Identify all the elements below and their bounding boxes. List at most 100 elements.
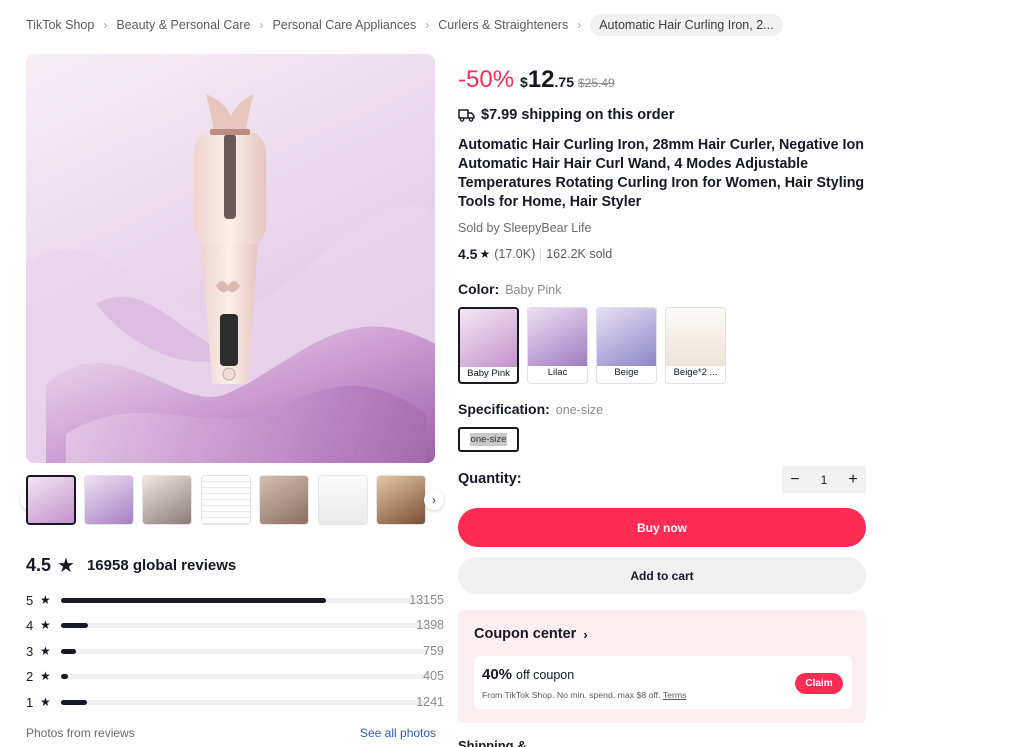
swatch-label: Lilac	[547, 367, 568, 378]
rating-row-4[interactable]: 4 ★ 1398	[26, 616, 444, 634]
thumbnail-strip: ‹ ›	[20, 474, 444, 526]
breadcrumb-appliances[interactable]: Personal Care Appliances	[272, 18, 416, 32]
thumbnail-1[interactable]	[26, 475, 76, 525]
photos-from-reviews-label: Photos from reviews	[26, 726, 135, 740]
main-product-image[interactable]	[26, 54, 435, 463]
breadcrumb-separator-icon: ›	[577, 18, 582, 32]
product-rating-row[interactable]: 4.5 ★ (17.0K) 162.2K sold	[458, 246, 612, 262]
thumbnail-2[interactable]	[84, 475, 134, 525]
thumbnail-5[interactable]	[259, 475, 309, 525]
shipping-row: $7.99 shipping on this order	[458, 107, 674, 123]
rating-bar	[61, 597, 427, 603]
swatch-label: Beige	[614, 367, 639, 378]
coupon-details: From TikTok Shop. No min. spend. max $8 …	[482, 690, 686, 700]
curling-iron-illustration	[26, 94, 435, 463]
rating-row-2[interactable]: 2 ★ 405	[26, 667, 444, 685]
color-selected-value: Baby Pink	[505, 283, 562, 297]
breadcrumb-separator-icon: ›	[259, 18, 264, 32]
star-icon: ★	[40, 618, 51, 632]
quantity-stepper: − 1 +	[782, 466, 866, 493]
coupon-card: 40% off coupon From TikTok Shop. No min.…	[474, 656, 852, 709]
rating-row-stars: 1	[26, 694, 34, 710]
rating-count: (17.0K)	[494, 247, 536, 261]
coupon-details-text: From TikTok Shop. No min. spend. max $8 …	[482, 690, 661, 700]
color-option-beige[interactable]: Beige	[596, 307, 657, 384]
breadcrumb-tiktok-shop[interactable]: TikTok Shop	[26, 18, 94, 32]
coupon-percent: 40%	[482, 666, 513, 683]
coupon-center-title: Coupon center	[474, 626, 577, 642]
product-title: Automatic Hair Curling Iron, 28mm Hair C…	[458, 137, 865, 210]
price-integer: 12	[527, 66, 555, 93]
rating-bar-fill	[61, 673, 69, 679]
swatch-image	[460, 309, 517, 367]
quantity-value[interactable]: 1	[821, 473, 828, 487]
star-icon: ★	[40, 644, 51, 658]
swatch-label: Beige*2 ...	[673, 367, 718, 378]
color-label: Color:	[458, 281, 500, 297]
thumbnail-4[interactable]	[201, 475, 251, 525]
original-price: $25.49	[578, 76, 615, 90]
rating-bar	[61, 673, 427, 679]
thumbnail-next-icon[interactable]: ›	[424, 490, 444, 510]
shipping-section-heading: Shipping &	[458, 738, 527, 747]
thumbnail-6[interactable]	[318, 475, 368, 525]
thumbnail-3[interactable]	[142, 475, 192, 525]
coupon-center-panel: Coupon center › 40% off coupon From TikT…	[458, 610, 866, 723]
rating-bar-fill	[61, 597, 327, 603]
rating-row-5[interactable]: 5 ★ 13155	[26, 591, 444, 609]
star-icon: ★	[40, 669, 51, 683]
price-currency: $	[520, 74, 528, 90]
product-rating: 4.5	[458, 246, 478, 262]
shipping-text: $7.99 shipping on this order	[481, 107, 675, 123]
color-label-row: Color: Baby Pink	[458, 281, 562, 297]
swatch-image	[597, 308, 656, 366]
coupon-center-link[interactable]: Coupon center ›	[474, 626, 588, 642]
review-summary: 4.5 ★ 16958 global reviews	[26, 553, 236, 578]
review-total: 16958 global reviews	[86, 557, 237, 574]
plus-icon[interactable]: +	[840, 471, 866, 489]
spec-label: Specification:	[458, 401, 550, 417]
add-to-cart-button[interactable]: Add to cart	[458, 557, 866, 594]
star-icon: ★	[479, 247, 491, 261]
spec-option-one-size[interactable]: one-size	[458, 427, 519, 452]
claim-button[interactable]: Claim	[795, 673, 843, 694]
truck-icon	[458, 109, 475, 122]
thumbnail-7[interactable]	[376, 475, 426, 525]
breadcrumb-curlers[interactable]: Curlers & Straighteners	[438, 18, 568, 32]
see-all-photos-link[interactable]: See all photos	[360, 726, 436, 740]
breadcrumb-current: Automatic Hair Curling Iron, 2...	[590, 14, 783, 36]
divider	[540, 248, 542, 260]
spec-selected-value: one-size	[555, 403, 604, 417]
minus-icon[interactable]: −	[782, 471, 808, 489]
quantity-label: Quantity:	[458, 471, 522, 487]
coupon-headline: 40% off coupon	[482, 666, 574, 683]
seller-link[interactable]: Sold by SleepyBear Life	[458, 221, 591, 235]
swatch-image	[528, 308, 587, 366]
chevron-right-icon: ›	[583, 626, 588, 642]
rating-row-3[interactable]: 3 ★ 759	[26, 642, 444, 660]
price-decimal: .75	[554, 74, 574, 90]
star-icon: ★	[40, 695, 51, 709]
rating-row-count: 405	[423, 669, 444, 683]
rating-bar-fill	[61, 622, 89, 628]
rating-row-count: 13155	[409, 593, 444, 607]
breadcrumb-separator-icon: ›	[103, 18, 108, 32]
discount-badge: -50%	[458, 66, 515, 93]
spec-option-label: one-size	[469, 433, 508, 446]
color-option-lilac[interactable]: Lilac	[527, 307, 588, 384]
rating-row-stars: 5	[26, 592, 34, 608]
breadcrumb-beauty[interactable]: Beauty & Personal Care	[116, 18, 250, 32]
review-score: 4.5	[26, 555, 52, 575]
swatch-image	[666, 308, 725, 366]
terms-link[interactable]: Terms	[663, 690, 687, 700]
spec-label-row: Specification: one-size	[458, 401, 603, 417]
color-option-baby-pink[interactable]: Baby Pink	[458, 307, 519, 384]
rating-row-count: 1241	[416, 695, 444, 709]
rating-row-1[interactable]: 1 ★ 1241	[26, 693, 444, 711]
price-row: -50% $ 12 .75 $25.49	[458, 66, 615, 94]
color-option-beige-2[interactable]: Beige*2 ...	[665, 307, 726, 384]
rating-bar	[61, 648, 427, 654]
coupon-label: off coupon	[516, 668, 575, 682]
buy-now-button[interactable]: Buy now	[458, 508, 866, 547]
star-icon: ★	[40, 593, 51, 607]
